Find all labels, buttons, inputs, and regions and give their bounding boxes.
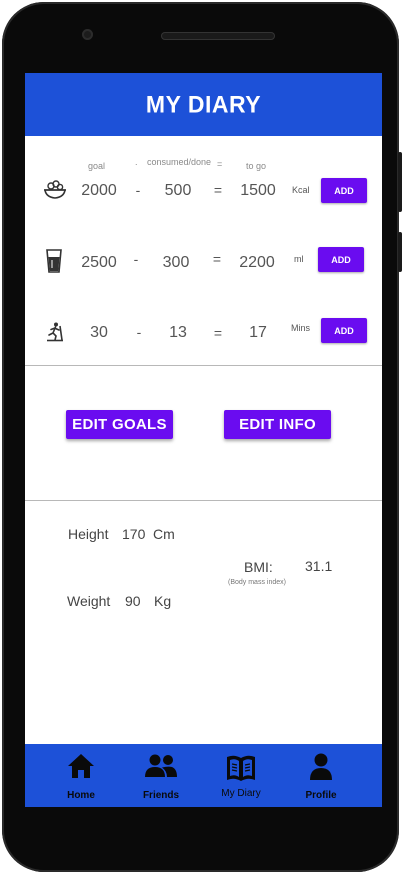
bmi-label: BMI: (244, 559, 273, 575)
home-icon (68, 754, 94, 778)
equals-sign: = (213, 182, 223, 198)
bottom-nav: Home Friends My Diary Profile (25, 744, 382, 807)
nav-item-home[interactable]: Home (41, 744, 121, 807)
water-goal: 2500 (81, 254, 117, 271)
goal-column-label: goal (88, 161, 106, 171)
calories-to-go: 1500 (240, 182, 276, 199)
nav-label: Friends (142, 790, 180, 801)
exercise-unit: Mins (291, 323, 311, 333)
calories-goal: 2000 (81, 182, 117, 199)
camera (82, 29, 93, 40)
edit-info-button[interactable]: EDIT INFO (224, 410, 331, 439)
app-header: MY DIARY (25, 73, 382, 136)
nav-item-friends[interactable]: Friends (121, 744, 201, 807)
add-water-button[interactable]: ADD (318, 247, 364, 272)
bmi-value: 31.1 (305, 558, 333, 574)
treadmill-icon (47, 322, 63, 342)
edit-goals-button[interactable]: EDIT GOALS (66, 410, 173, 439)
equals-sign: = (213, 325, 223, 341)
equals-sign: = (212, 251, 222, 267)
exercise-done: 13 (169, 324, 187, 341)
to-go-column-label: to go (246, 161, 267, 171)
exercise-goal: 30 (90, 324, 108, 341)
profile-icon (310, 753, 332, 780)
section-divider (25, 365, 382, 366)
water-to-go: 2200 (239, 254, 275, 271)
minus-sign: - (133, 251, 139, 267)
nav-item-my-diary[interactable]: My Diary (201, 744, 281, 807)
water-unit: ml (294, 254, 304, 264)
power-button (398, 232, 402, 272)
nav-label: My Diary (221, 788, 261, 799)
consumed-column-label: consumed/done (147, 157, 212, 167)
bmi-note: (Body mass index) (228, 579, 286, 586)
weight-value: 90 (125, 593, 141, 609)
volume-button (398, 152, 402, 212)
exercise-to-go: 17 (249, 324, 267, 341)
small-equals: = (217, 159, 223, 169)
weight-unit: Kg (154, 593, 172, 609)
height-label: Height (68, 526, 109, 542)
calories-consumed: 500 (164, 182, 192, 199)
minus-sign: - (135, 182, 141, 198)
nav-label: Profile (305, 790, 337, 801)
height-value: 170 (122, 526, 146, 542)
minus-sign: - (136, 324, 142, 340)
nav-label: Home (67, 790, 95, 801)
app-screen: MY DIARY goal . consumed/done = to go 20… (25, 73, 382, 807)
add-exercise-button[interactable]: ADD (321, 318, 367, 343)
height-unit: Cm (153, 526, 175, 542)
weight-label: Weight (67, 593, 111, 609)
speaker (161, 32, 275, 40)
nav-item-profile[interactable]: Profile (281, 744, 361, 807)
water-consumed: 300 (162, 254, 190, 271)
friends-icon (145, 754, 177, 777)
section-divider (25, 500, 382, 501)
water-glass-icon (46, 249, 62, 273)
page-title: MY DIARY (145, 90, 262, 118)
small-dot: . (135, 157, 138, 167)
food-bowl-icon (44, 180, 66, 199)
phone-frame: MY DIARY goal . consumed/done = to go 20… (2, 2, 402, 872)
book-icon (227, 755, 255, 781)
calories-unit: Kcal (292, 185, 310, 195)
add-calories-button[interactable]: ADD (321, 178, 367, 203)
